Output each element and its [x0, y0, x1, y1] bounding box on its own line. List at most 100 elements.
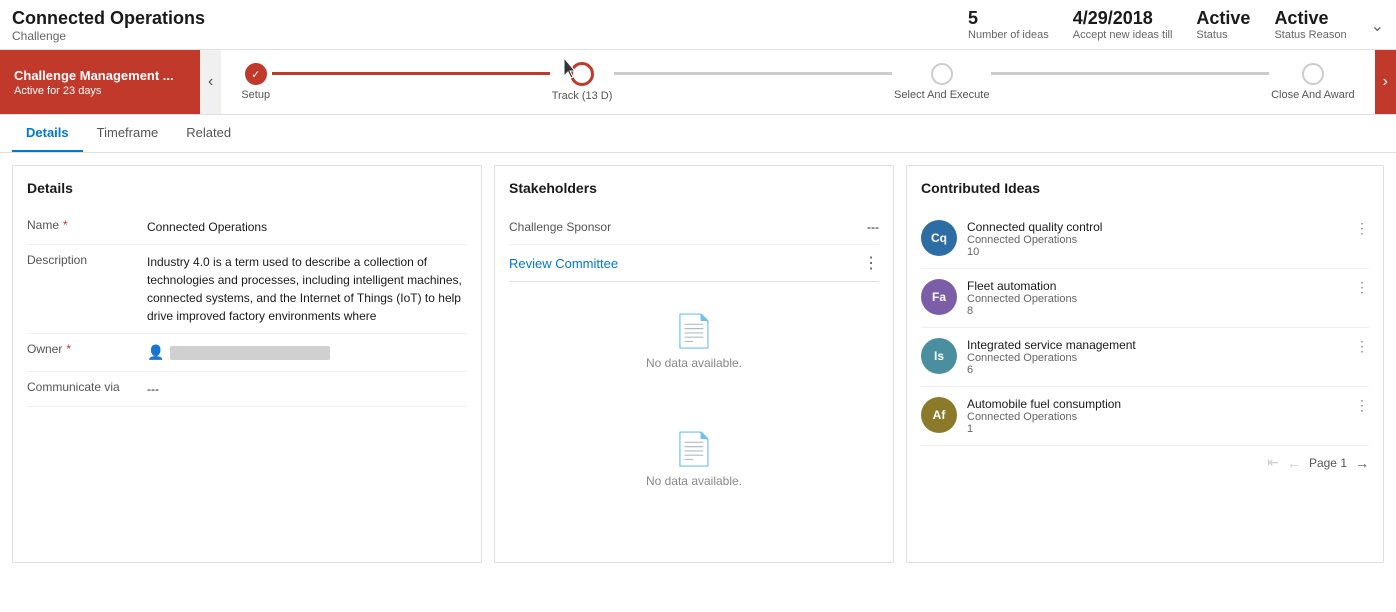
idea-avatar: Fa: [921, 279, 957, 315]
review-empty-icon: 📄: [674, 312, 714, 350]
details-panel: Details Name * Connected Operations Desc…: [12, 165, 482, 563]
ideas-list: CqConnected quality controlConnected Ope…: [921, 210, 1369, 446]
field-communicate-label-text: Communicate via: [27, 380, 120, 394]
field-description-row: Description Industry 4.0 is a term used …: [27, 245, 467, 334]
stat-date: 4/29/2018 Accept new ideas till: [1073, 8, 1173, 41]
idea-menu-icon[interactable]: ⋮: [1355, 397, 1369, 414]
step-close-label: Close And Award: [1271, 89, 1355, 101]
field-name-label: Name *: [27, 218, 147, 232]
challenge-badge[interactable]: Challenge Management ... Active for 23 d…: [0, 50, 200, 114]
ideas-footer: ⇤ ← Page 1 →: [921, 446, 1369, 471]
field-owner-value: 👤: [147, 342, 467, 363]
sponsor-empty-text: No data available.: [646, 474, 742, 488]
stat-status-reason: Active Status Reason: [1274, 8, 1346, 41]
stakeholders-panel-title: Stakeholders: [509, 180, 879, 196]
step-close[interactable]: Close And Award: [1271, 63, 1355, 101]
field-communicate-row: Communicate via ---: [27, 372, 467, 407]
field-owner-required: *: [66, 342, 71, 356]
idea-count: 10: [967, 246, 1345, 258]
step-track[interactable]: Track (13 D): [552, 62, 613, 102]
stat-date-label: Accept new ideas till: [1073, 29, 1173, 41]
step-line-3: [991, 72, 1269, 75]
idea-title: Automobile fuel consumption: [967, 397, 1345, 411]
header-expand-icon[interactable]: ⌄: [1371, 8, 1384, 36]
steps-next-button[interactable]: ›: [1375, 50, 1396, 114]
tab-details[interactable]: Details: [12, 115, 83, 152]
tabs-bar: Details Timeframe Related: [0, 115, 1396, 153]
header: Connected Operations Challenge 5 Number …: [0, 0, 1396, 50]
idea-subtitle: Connected Operations: [967, 352, 1345, 364]
step-track-circle: [570, 62, 594, 86]
page-subtitle: Challenge: [12, 29, 205, 43]
idea-menu-icon[interactable]: ⋮: [1355, 338, 1369, 355]
step-setup[interactable]: ✓ Setup: [241, 63, 270, 101]
step-line-1: [272, 72, 550, 75]
steps-prev-button[interactable]: ‹: [200, 50, 221, 114]
field-communicate-value: ---: [147, 380, 467, 398]
idea-title: Connected quality control: [967, 220, 1345, 234]
review-empty-text: No data available.: [646, 356, 742, 370]
progress-steps: ✓ Setup Track (13 D) Select And Execute: [221, 50, 1374, 114]
step-select-circle: [931, 63, 953, 85]
idea-count: 6: [967, 364, 1345, 376]
idea-subtitle: Connected Operations: [967, 411, 1345, 423]
field-description-value: Industry 4.0 is a term used to describe …: [147, 253, 467, 325]
field-owner-label: Owner *: [27, 342, 147, 356]
step-track-label: Track (13 D): [552, 90, 613, 102]
idea-info: Connected quality controlConnected Opera…: [967, 220, 1345, 258]
idea-item: CqConnected quality controlConnected Ope…: [921, 210, 1369, 269]
stat-ideas-value: 5: [968, 8, 1049, 29]
review-committee-menu-icon[interactable]: ⋮: [863, 253, 879, 273]
idea-info: Automobile fuel consumptionConnected Ope…: [967, 397, 1345, 435]
stat-ideas-label: Number of ideas: [968, 29, 1049, 41]
sponsor-row: Challenge Sponsor ---: [509, 210, 879, 245]
review-committee-header: Review Committee ⋮: [509, 245, 879, 282]
field-name-row: Name * Connected Operations: [27, 210, 467, 245]
idea-item: Af Automobile fuel consumptionConnected O…: [921, 387, 1369, 446]
page-next-icon[interactable]: →: [1355, 455, 1369, 471]
stat-ideas: 5 Number of ideas: [968, 8, 1049, 41]
step-select[interactable]: Select And Execute: [894, 63, 989, 101]
stat-date-value: 4/29/2018: [1073, 8, 1173, 29]
owner-row: 👤: [147, 342, 467, 363]
sponsor-label: Challenge Sponsor: [509, 220, 611, 234]
page-first-icon[interactable]: ⇤: [1267, 454, 1279, 471]
stat-status-label: Status: [1196, 29, 1250, 41]
idea-info: Integrated service managementConnected O…: [967, 338, 1345, 376]
idea-title: Fleet automation: [967, 279, 1345, 293]
stat-status-reason-label: Status Reason: [1274, 29, 1346, 41]
review-committee-label: Review Committee: [509, 256, 618, 271]
idea-subtitle: Connected Operations: [967, 293, 1345, 305]
page-prev-icon[interactable]: ←: [1287, 455, 1301, 471]
step-close-circle: [1302, 63, 1324, 85]
field-owner-label-text: Owner: [27, 342, 62, 356]
idea-item: Fa Fleet automationConnected Operations8 ⋮: [921, 269, 1369, 328]
main-content: Details Name * Connected Operations Desc…: [0, 153, 1396, 575]
ideas-panel-title: Contributed Ideas: [921, 180, 1369, 196]
tab-related[interactable]: Related: [172, 115, 245, 152]
ideas-panel: Contributed Ideas CqConnected quality co…: [906, 165, 1384, 563]
idea-menu-icon[interactable]: ⋮: [1355, 220, 1369, 237]
header-right: 5 Number of ideas 4/29/2018 Accept new i…: [968, 8, 1384, 41]
field-owner-row: Owner * 👤: [27, 334, 467, 372]
step-line-2: [614, 72, 892, 75]
idea-count: 8: [967, 305, 1345, 317]
stat-status-reason-value: Active: [1274, 8, 1346, 29]
tab-timeframe[interactable]: Timeframe: [83, 115, 173, 152]
header-left: Connected Operations Challenge: [12, 8, 205, 43]
idea-avatar: Af: [921, 397, 957, 433]
details-panel-title: Details: [27, 180, 467, 196]
page-label: Page 1: [1309, 456, 1347, 470]
stat-status-value: Active: [1196, 8, 1250, 29]
step-setup-label: Setup: [241, 89, 270, 101]
field-description-label: Description: [27, 253, 147, 267]
stakeholders-panel: Stakeholders Challenge Sponsor --- Revie…: [494, 165, 894, 563]
sponsor-empty-state: 📄 No data available.: [509, 400, 879, 518]
sponsor-empty-icon: 📄: [674, 430, 714, 468]
owner-person-icon: 👤: [147, 342, 164, 363]
stat-status: Active Status: [1196, 8, 1250, 41]
field-description-label-text: Description: [27, 253, 87, 267]
field-communicate-label: Communicate via: [27, 380, 147, 394]
field-name-value: Connected Operations: [147, 218, 467, 236]
idea-menu-icon[interactable]: ⋮: [1355, 279, 1369, 296]
